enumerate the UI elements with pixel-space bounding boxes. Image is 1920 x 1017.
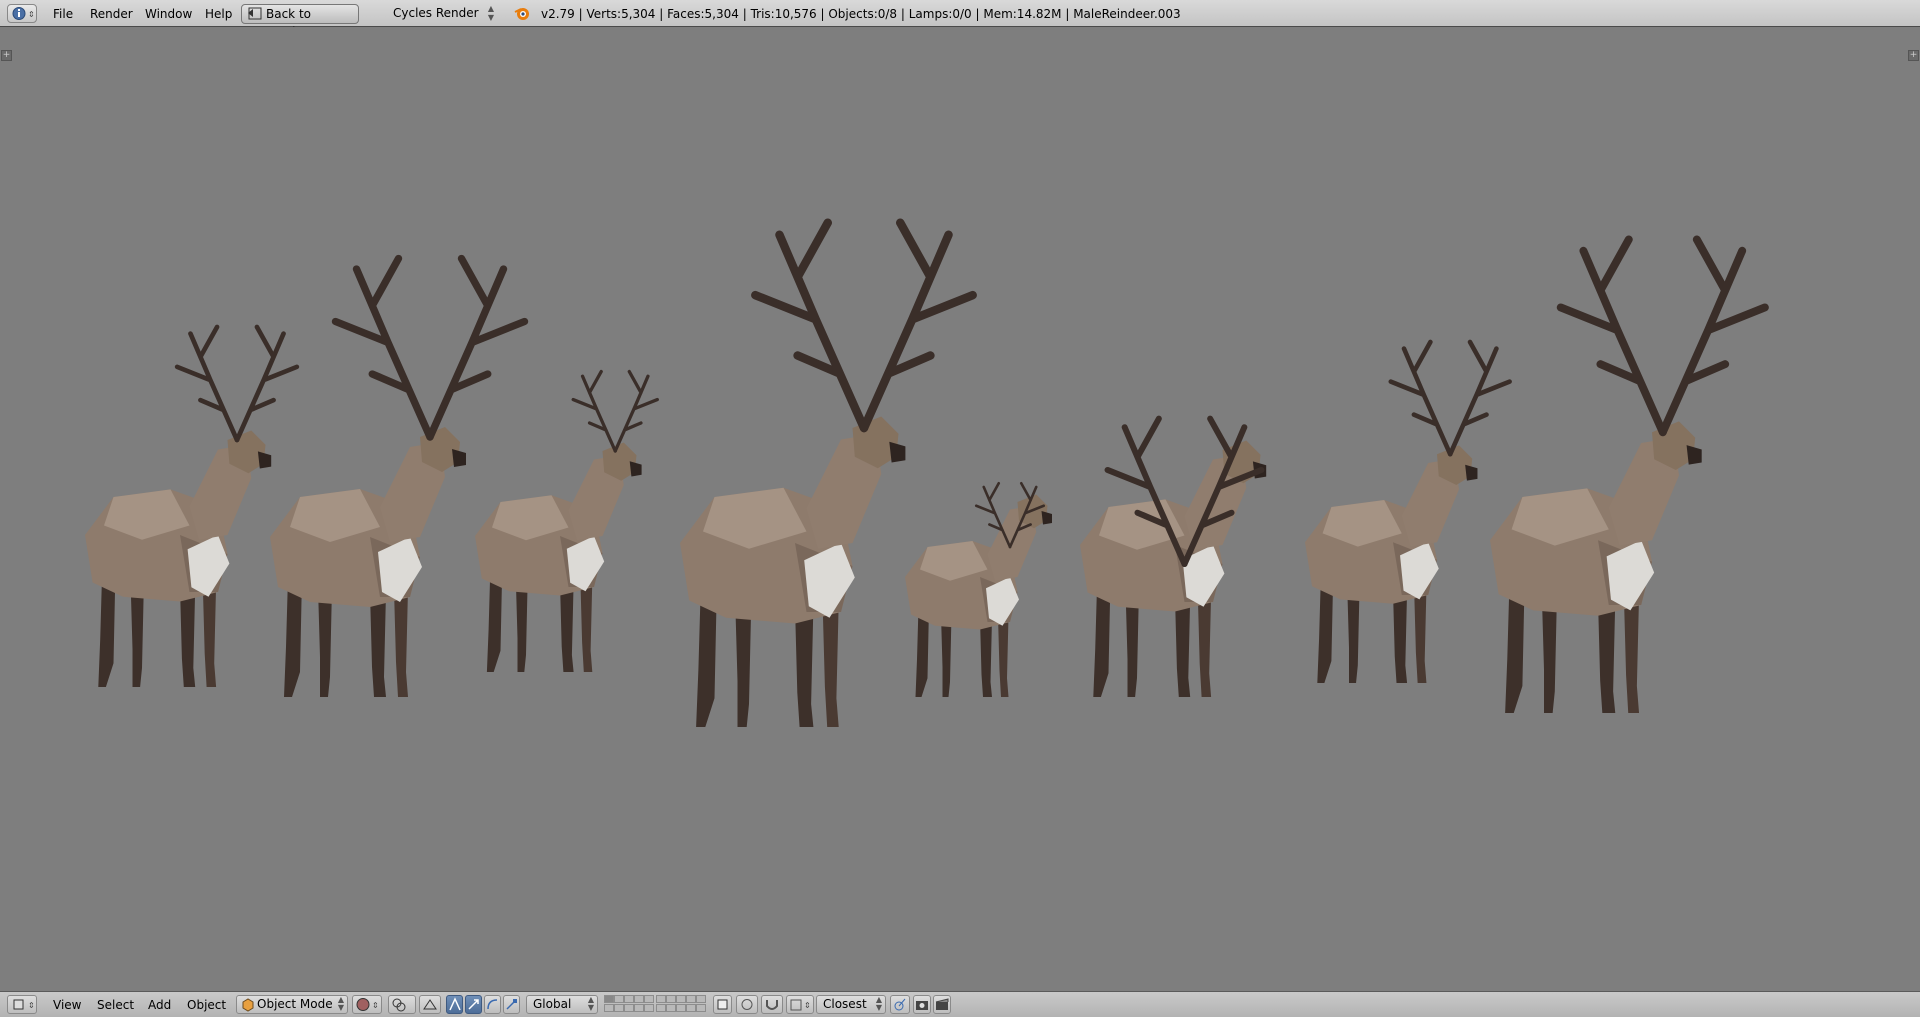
layer-5[interactable] [644,995,654,1003]
reindeer-1 [85,327,297,687]
3d-viewport[interactable]: + + [0,27,1920,991]
rotate-arrow-icon [468,999,479,1010]
snap-element-dropdown[interactable]: ⇕ [786,995,814,1014]
proportional-icon [741,999,753,1010]
svg-text:⇕: ⇕ [372,1001,379,1010]
menu-object[interactable]: Object [187,996,226,1014]
3d-view-header: ⇕ View Select Add Object Object Mode ▲ ▼ … [0,991,1920,1017]
layer-20[interactable] [696,1004,706,1012]
scale-icon [506,999,517,1010]
clapper-icon [935,998,949,1010]
back-icon [248,7,262,20]
manipulator-toggle[interactable] [419,995,441,1014]
menu-file[interactable]: File [53,5,73,23]
snap-increment-icon: ⇕ [790,999,811,1011]
editor-type-button-3d[interactable]: ⇕ [7,995,37,1014]
opengl-animation-button[interactable] [933,995,951,1014]
object-mode-icon [242,998,254,1012]
back-to-previous-button[interactable]: Back to Previous [241,4,359,39]
menu-add[interactable]: Add [148,996,171,1014]
layer-14[interactable] [634,1004,644,1012]
cube-editor-icon: ⇕ [13,999,35,1010]
layer-buttons[interactable] [604,995,708,1014]
layer-7[interactable] [666,995,676,1003]
reindeer-render [85,27,1920,727]
layer-15[interactable] [644,1004,654,1012]
align-rotation-button[interactable] [890,995,910,1014]
mode-dropdown[interactable]: Object Mode ▲ ▼ [236,995,348,1014]
menu-select[interactable]: Select [97,996,134,1014]
lock-layers-button[interactable] [713,995,732,1014]
viewport-shading-button[interactable]: ⇕ [352,995,382,1014]
layer-16[interactable] [656,1004,666,1012]
reindeer-4 [680,223,973,727]
editor-type-button[interactable]: ⇕ [7,4,37,23]
render-engine-label: Cycles Render [393,6,479,20]
rotate-curve-icon [487,999,498,1010]
scene-stats: v2.79 | Verts:5,304 | Faces:5,304 | Tris… [541,7,1181,21]
svg-text:⇕: ⇕ [28,10,35,19]
reindeer-5 [905,481,1052,697]
layer-10[interactable] [696,995,706,1003]
layer-18[interactable] [676,1004,686,1012]
orientation-arrows-icon: ▲ ▼ [587,995,594,1012]
snap-target-arrows-icon: ▲ ▼ [875,995,882,1012]
reindeer-3 [475,369,659,672]
mode-arrows-icon: ▲ ▼ [337,995,344,1012]
orientation-label: Global [533,997,572,1011]
snap-target-dropdown[interactable]: Closest ▲ ▼ [816,995,886,1014]
layer-1[interactable] [604,995,614,1003]
layer-19[interactable] [686,1004,696,1012]
blender-logo-icon [514,8,529,20]
menu-window[interactable]: Window [145,5,192,23]
reindeer-7 [1305,342,1510,683]
mode-label: Object Mode [257,997,333,1011]
proportional-edit-button[interactable] [736,995,758,1014]
layer-8[interactable] [676,995,686,1003]
reindeer-2 [270,259,525,697]
layer-2[interactable] [614,995,624,1003]
shading-sphere-icon: ⇕ [356,998,379,1011]
pivot-point-button[interactable] [388,995,416,1014]
layer-3[interactable] [624,995,634,1003]
reindeer-8 [1490,239,1765,713]
menu-help[interactable]: Help [205,5,232,23]
layer-lock-icon [717,999,728,1010]
magnet-icon [766,1000,778,1010]
snap-toggle-button[interactable] [761,995,783,1014]
snap-target-label: Closest [823,997,867,1011]
manipulator-icon [423,999,437,1010]
reindeer-6 [1080,419,1267,697]
layer-4[interactable] [634,995,644,1003]
render-engine-dropdown[interactable]: Cycles Render ▲ ▼ [386,4,498,23]
info-header: ⇕ File Render Window Help Back to Previo… [0,0,1920,39]
dropdown-arrows-icon: ▲ ▼ [487,4,494,22]
opengl-render-button[interactable] [913,995,931,1014]
translate-manipulator-button[interactable] [446,995,463,1014]
svg-text:⇕: ⇕ [28,1001,35,1010]
layer-9[interactable] [686,995,696,1003]
menu-view[interactable]: View [53,996,81,1014]
info-icon: ⇕ [12,7,35,20]
layer-6[interactable] [656,995,666,1003]
transform-orientation-dropdown[interactable]: Global ▲ ▼ [526,995,598,1014]
layer-17[interactable] [666,1004,676,1012]
scale-manipulator-button[interactable] [503,995,520,1014]
translate-arrows-icon [449,997,461,1011]
align-rotation-icon [894,998,906,1011]
layer-11[interactable] [604,1004,614,1012]
rotate-curve-button[interactable] [484,995,501,1014]
pivot-icon [392,998,406,1012]
rotate-manipulator-button[interactable] [465,995,482,1014]
camera-render-icon [916,1001,928,1010]
layer-12[interactable] [614,1004,624,1012]
menu-render[interactable]: Render [90,5,133,23]
layer-13[interactable] [624,1004,634,1012]
svg-text:⇕: ⇕ [804,1001,811,1010]
